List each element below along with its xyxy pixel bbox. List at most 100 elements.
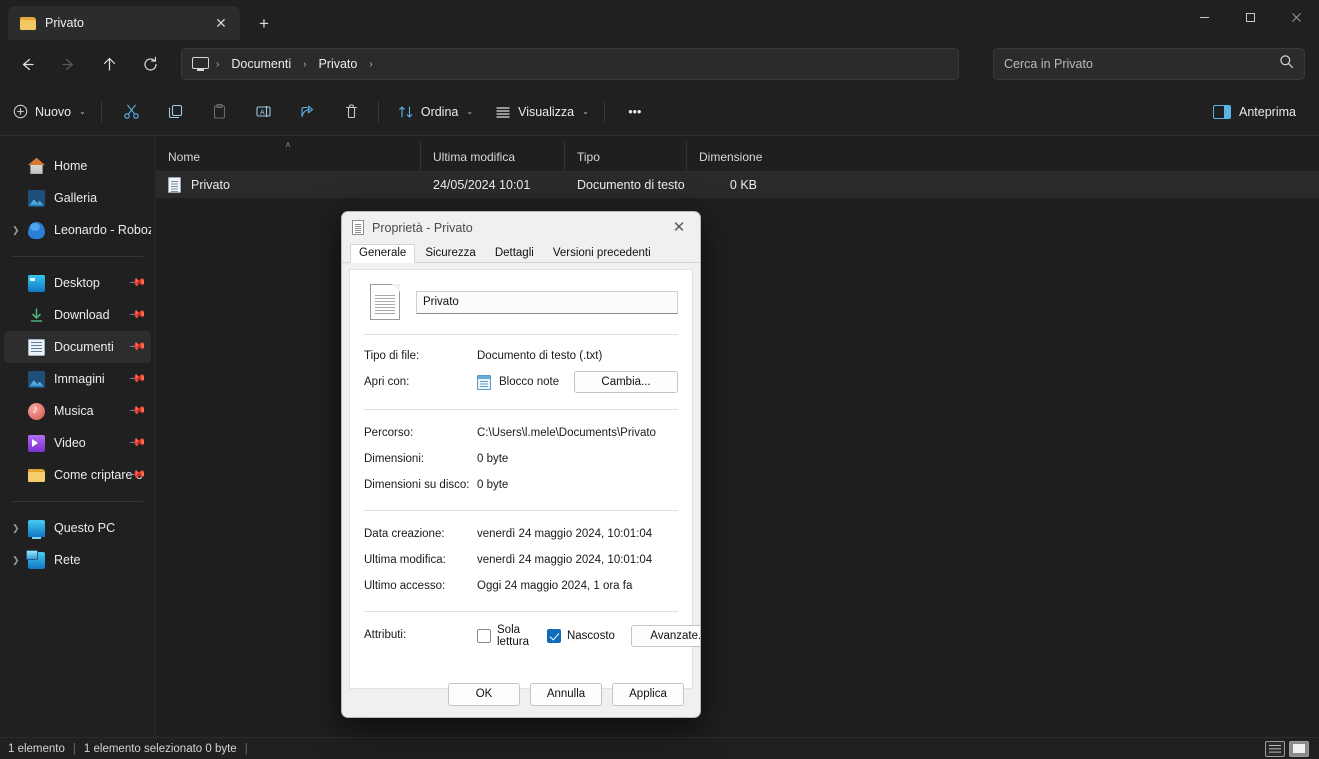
search-icon[interactable]	[1279, 54, 1294, 74]
file-list-pane: ˄ Nome Ultima modifica Tipo Dimensione P…	[156, 136, 1319, 739]
pin-icon[interactable]: 📌	[129, 273, 148, 292]
hidden-checkbox[interactable]: Nascosto	[546, 629, 615, 643]
copy-button[interactable]	[156, 96, 196, 128]
large-icons-view-icon[interactable]	[1289, 740, 1309, 757]
new-button[interactable]: Nuovo ⌄	[4, 96, 95, 128]
maximize-icon[interactable]	[1227, 0, 1273, 34]
sidebar-item-leonardo-roboze[interactable]: ❯ Leonardo - Roboze	[4, 214, 151, 246]
delete-button[interactable]	[332, 96, 372, 128]
toolbar-divider	[603, 101, 605, 122]
sidebar-item-rete[interactable]: ❯ Rete	[4, 544, 151, 576]
pin-icon[interactable]: 📌	[129, 337, 148, 356]
dialog-general-panel: Privato Tipo di file: Documento di testo…	[349, 269, 700, 689]
apply-button[interactable]: Applica	[612, 682, 684, 706]
tab-sicurezza[interactable]: Sicurezza	[416, 244, 485, 262]
chevron-right-icon[interactable]: ❯	[12, 512, 20, 544]
back-arrow-icon[interactable]	[10, 48, 44, 80]
dialog-close-button[interactable]: ✕	[658, 212, 700, 243]
ok-button[interactable]: OK	[448, 682, 520, 706]
advanced-button[interactable]: Avanzate...	[630, 625, 700, 647]
file-type-label: Tipo di file:	[364, 350, 420, 362]
sidebar-item-galleria[interactable]: Galleria	[4, 182, 151, 214]
accessed-row: Ultimo accesso: Oggi 24 maggio 2024, 1 o…	[364, 573, 678, 599]
breadcrumb-documenti[interactable]: Documenti	[224, 54, 298, 74]
sidebar-item-download[interactable]: Download 📌	[4, 299, 151, 331]
close-icon[interactable]	[1273, 0, 1319, 34]
checkbox-box[interactable]	[477, 629, 491, 643]
up-arrow-icon[interactable]	[92, 48, 126, 80]
pin-icon[interactable]: 📌	[129, 433, 148, 452]
preview-pane-button[interactable]: Anteprima	[1204, 96, 1305, 128]
sort-button-label: Ordina	[420, 104, 459, 119]
breadcrumb-separator[interactable]: ›	[366, 59, 375, 70]
attributes-label: Attributi:	[364, 629, 407, 641]
sidebar-item-come-criptare[interactable]: Come criptare c 📌	[4, 459, 151, 491]
cancel-button[interactable]: Annulla	[530, 682, 602, 706]
network-icon	[26, 549, 45, 569]
sidebar-item-label: Rete	[54, 553, 81, 567]
sidebar-item-label: Galleria	[54, 191, 98, 205]
close-tab-icon[interactable]: ✕	[208, 11, 234, 35]
more-options-button[interactable]: •••	[615, 96, 655, 128]
column-header-dimensione[interactable]: Dimensione	[686, 141, 766, 172]
pin-icon[interactable]: 📌	[129, 305, 148, 324]
tab-versioni-precedenti[interactable]: Versioni precedenti	[544, 244, 660, 262]
sidebar-item-label: Documenti	[54, 340, 114, 354]
chevron-right-icon[interactable]: ❯	[12, 214, 20, 246]
browser-tab-privato[interactable]: Privato ✕	[8, 6, 240, 40]
sidebar-item-label: Questo PC	[54, 521, 116, 535]
minimize-icon[interactable]	[1181, 0, 1227, 34]
attributes-controls: Sola lettura Nascosto Avanzate...	[477, 624, 700, 648]
file-explorer-window: Privato ✕ + › Documenti › Privato › Cerc…	[0, 0, 1319, 759]
cut-button[interactable]	[112, 96, 152, 128]
sidebar-item-desktop[interactable]: Desktop 📌	[4, 267, 151, 299]
divider	[364, 409, 678, 410]
created-row: Data creazione: venerdì 24 maggio 2024, …	[364, 521, 678, 547]
download-icon	[28, 307, 45, 324]
modified-row: Ultima modifica: venerdì 24 maggio 2024,…	[364, 547, 678, 573]
paste-button	[200, 96, 240, 128]
file-name-cell: Privato	[191, 178, 230, 192]
search-placeholder: Cerca in Privato	[1004, 57, 1093, 71]
table-row[interactable]: Privato 24/05/2024 10:01 Documento di te…	[156, 172, 1319, 198]
view-button[interactable]: Visualizza ⌄	[486, 96, 598, 128]
sidebar-divider	[12, 501, 143, 502]
sidebar-item-video[interactable]: Video 📌	[4, 427, 151, 459]
sort-button[interactable]: Ordina ⌄	[389, 96, 482, 128]
readonly-checkbox[interactable]: Sola lettura	[477, 624, 537, 648]
sidebar-item-questo-pc[interactable]: ❯ Questo PC	[4, 512, 151, 544]
sidebar-item-musica[interactable]: Musica 📌	[4, 395, 151, 427]
address-bar[interactable]: › Documenti › Privato ›	[181, 48, 959, 80]
onedrive-cloud-icon	[28, 221, 45, 239]
tab-generale[interactable]: Generale	[350, 244, 416, 263]
path-row: Percorso: C:\Users\l.mele\Documents\Priv…	[364, 420, 678, 446]
accessed-label: Ultimo accesso:	[364, 580, 446, 592]
pin-icon[interactable]: 📌	[129, 369, 148, 388]
tab-dettagli[interactable]: Dettagli	[486, 244, 543, 262]
share-button[interactable]	[288, 96, 328, 128]
modified-label: Ultima modifica:	[364, 554, 446, 566]
new-tab-button[interactable]: +	[250, 10, 278, 36]
breadcrumb-privato[interactable]: Privato	[311, 54, 364, 74]
filename-input[interactable]: Privato	[416, 290, 678, 314]
chevron-right-icon[interactable]: ❯	[12, 544, 20, 576]
size-label: Dimensioni:	[364, 453, 425, 465]
refresh-icon[interactable]	[133, 48, 167, 80]
sidebar-item-documenti[interactable]: Documenti 📌	[4, 331, 151, 363]
checkbox-box-checked[interactable]	[546, 629, 561, 643]
column-header-nome[interactable]: ˄ Nome	[156, 140, 420, 172]
pin-icon[interactable]: 📌	[129, 401, 148, 420]
sidebar-item-immagini[interactable]: Immagini 📌	[4, 363, 151, 395]
column-header-tipo[interactable]: Tipo	[564, 141, 686, 172]
sidebar-item-label: Desktop	[54, 276, 100, 290]
divider	[364, 510, 678, 511]
column-header-ultima-modifica[interactable]: Ultima modifica	[420, 141, 564, 172]
selection-info: 1 elemento selezionato 0 byte	[83, 742, 237, 755]
sidebar-item-home[interactable]: Home	[4, 150, 151, 182]
change-button[interactable]: Cambia...	[574, 371, 678, 393]
details-view-icon[interactable]	[1265, 740, 1285, 757]
title-tab-bar: Privato ✕ +	[0, 0, 1319, 40]
this-pc-icon[interactable]	[192, 56, 209, 72]
search-input[interactable]: Cerca in Privato	[993, 48, 1305, 80]
rename-button[interactable]: A	[244, 96, 284, 128]
